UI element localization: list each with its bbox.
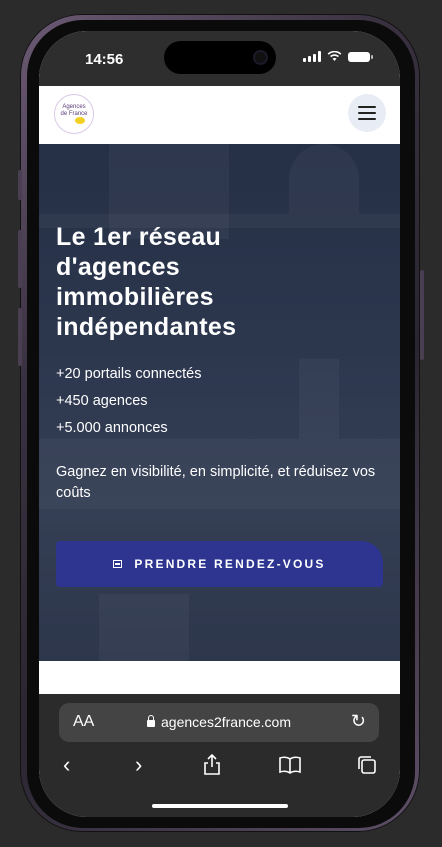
browser-chrome: AA agences2france.com ↻ ‹ › [39,694,400,817]
hero-section: Le 1er réseau d'agences immobilières ind… [39,144,400,661]
url-text: agences2france.com [161,714,291,730]
hero-tagline: Gagnez en visibilité, en simplicité, et … [56,464,376,501]
dynamic-island [164,41,276,74]
status-bar: 14:56 [39,31,400,86]
address-bar[interactable]: AA agences2france.com ↻ [59,703,379,742]
logo-smile-icon [75,117,85,124]
hero-title-line: Le 1er réseau [56,223,222,251]
logo-text-line1: Agences [62,104,86,110]
stat-portals: +20 portails connectés [56,366,202,382]
menu-button[interactable] [348,94,386,132]
share-icon[interactable] [203,754,221,776]
site-header: Agences de France [39,86,400,144]
logo-text: Agences de France [57,104,91,118]
stat-agencies: +450 agences [56,393,148,409]
power-button [420,270,424,360]
back-icon[interactable]: ‹ [63,752,70,778]
calendar-icon [113,560,123,568]
logo-text-line2: de France [60,111,88,117]
hamburger-icon [358,106,376,108]
home-indicator [152,804,288,808]
site-logo[interactable]: Agences de France [54,94,94,134]
book-appointment-button[interactable]: PRENDRE RENDEZ-VOUS [56,541,383,587]
wifi-icon [327,51,342,61]
stat-listings: +5.000 annonces [56,420,168,436]
volume-up-button [18,230,22,288]
tabs-icon[interactable] [357,755,377,775]
signal-icon [303,51,321,62]
content-area [39,661,400,694]
camera-icon [253,50,268,65]
hero-title-line: indépendantes [56,313,237,341]
action-button [18,170,22,200]
hero-title: Le 1er réseau d'agences immobilières ind… [56,222,386,342]
hero-title-line: d'agences [56,253,180,281]
reload-icon[interactable]: ↻ [351,711,366,732]
lock-icon [147,715,156,727]
status-icons [303,51,373,62]
hero-stats: +20 portails connectés +450 agences +5.0… [56,366,202,447]
browser-toolbar: ‹ › [39,752,400,782]
forward-icon[interactable]: › [135,752,142,778]
hero-title-line: immobilières [56,283,214,311]
volume-down-button [18,308,22,366]
status-time: 14:56 [85,51,124,68]
url-display[interactable]: agences2france.com [59,714,379,730]
screen: 14:56 Agences de France Le 1er réseau d'… [39,31,400,817]
bookmarks-icon[interactable] [279,756,301,774]
battery-icon [348,51,373,62]
book-appointment-label: PRENDRE RENDEZ-VOUS [134,557,326,571]
